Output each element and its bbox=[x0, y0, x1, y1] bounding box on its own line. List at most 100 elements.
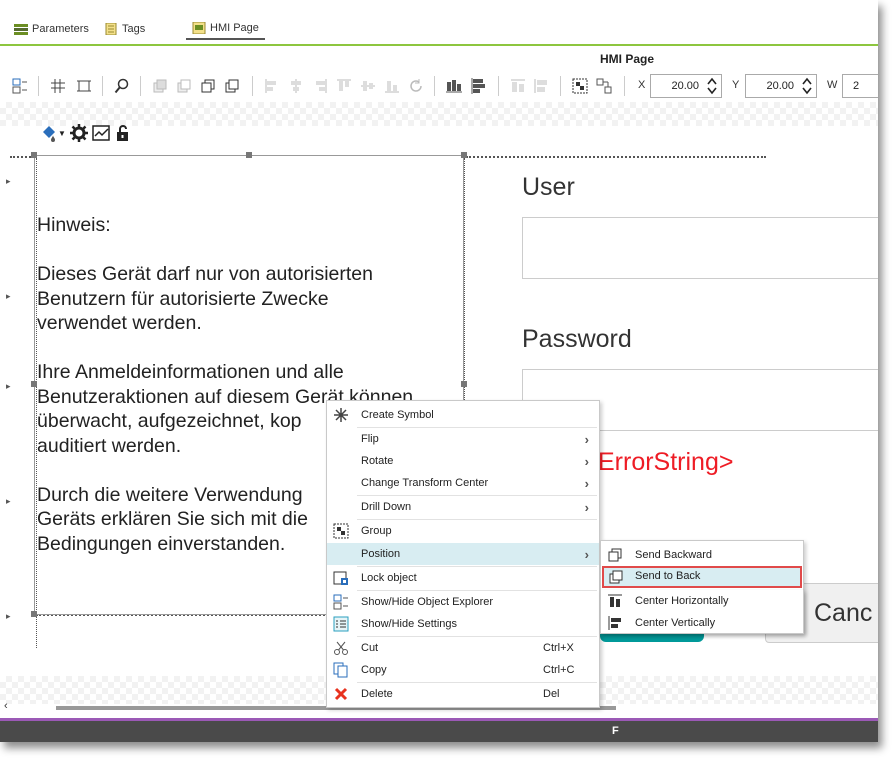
bring-to-front-icon[interactable] bbox=[152, 78, 168, 94]
ruler-arrow-icon: ▸ bbox=[6, 611, 11, 621]
ruler-arrow-icon: ▸ bbox=[6, 381, 11, 391]
group-icon bbox=[333, 523, 349, 539]
menu-item-send-backward[interactable]: Send Backward bbox=[601, 544, 803, 566]
notice-paragraph: Dieses Gerät darf nur von autorisierten … bbox=[37, 263, 373, 334]
menu-item-group[interactable]: Group bbox=[327, 520, 599, 542]
scroll-left-icon[interactable]: ‹ bbox=[4, 700, 8, 712]
menu-item-center-horizontally[interactable]: Center Horizontally bbox=[601, 590, 803, 612]
resize-handle[interactable] bbox=[461, 152, 467, 158]
context-menu: Create Symbol Flip › Rotate › Change Tra… bbox=[326, 400, 600, 708]
toolbar-separator bbox=[252, 76, 253, 96]
resize-handle[interactable] bbox=[31, 152, 37, 158]
distribute-horizontally-icon[interactable] bbox=[446, 78, 462, 94]
same-height-icon[interactable] bbox=[534, 78, 550, 94]
chevron-right-icon: › bbox=[584, 546, 589, 562]
width-input[interactable]: 2 bbox=[842, 74, 878, 98]
position-submenu-lower: Center Horizontally Center Vertically bbox=[600, 590, 804, 634]
align-middle-icon[interactable] bbox=[360, 78, 376, 94]
object-mini-toolbar: ▼ bbox=[40, 124, 132, 142]
send-backward-icon bbox=[608, 548, 622, 562]
menu-item-show-hide-object-explorer[interactable]: Show/Hide Object Explorer bbox=[327, 591, 599, 613]
menu-item-cut[interactable]: Cut Ctrl+X bbox=[327, 637, 599, 659]
tab-label: Parameters bbox=[32, 23, 89, 35]
guide-line bbox=[466, 156, 766, 158]
user-input[interactable] bbox=[522, 217, 878, 279]
tab-hmi-page[interactable]: HMI Page bbox=[186, 18, 265, 40]
status-bar: F bbox=[0, 721, 878, 742]
menu-item-change-transform-center[interactable]: Change Transform Center › bbox=[327, 472, 599, 494]
align-bottom-icon[interactable] bbox=[384, 78, 400, 94]
lock-icon[interactable] bbox=[114, 124, 132, 142]
send-to-back-icon[interactable] bbox=[224, 78, 240, 94]
resize-handle[interactable] bbox=[31, 611, 37, 617]
ruler-arrow-icon: ▸ bbox=[6, 496, 11, 506]
y-coordinate-label: Y bbox=[732, 79, 740, 91]
fill-color-icon[interactable] bbox=[40, 124, 58, 142]
menu-item-rotate[interactable]: Rotate › bbox=[327, 450, 599, 472]
status-text: F bbox=[612, 725, 619, 737]
tab-tags[interactable]: Tags bbox=[98, 18, 151, 40]
create-symbol-icon bbox=[334, 408, 348, 422]
object-explorer-icon[interactable] bbox=[12, 78, 28, 94]
menu-item-delete[interactable]: Delete Del bbox=[327, 683, 599, 705]
shortcut-label: Ctrl+X bbox=[543, 642, 574, 654]
tab-bar-accent-line bbox=[0, 44, 878, 46]
password-label: Password bbox=[522, 325, 632, 353]
same-width-icon[interactable] bbox=[510, 78, 526, 94]
x-coordinate-input[interactable]: 20.00 bbox=[650, 74, 722, 98]
delete-x-icon bbox=[334, 687, 348, 701]
center-horizontally-icon bbox=[608, 594, 622, 607]
menu-item-flip[interactable]: Flip › bbox=[327, 428, 599, 450]
send-to-back-icon bbox=[609, 570, 623, 584]
align-left-icon[interactable] bbox=[264, 78, 280, 94]
grid-icon[interactable] bbox=[50, 78, 66, 94]
width-label: W bbox=[827, 79, 838, 91]
group-icon[interactable] bbox=[572, 78, 588, 94]
gear-icon[interactable] bbox=[69, 124, 88, 142]
trend-chart-icon[interactable] bbox=[92, 124, 110, 142]
spinner-icon[interactable] bbox=[802, 77, 812, 95]
user-label: User bbox=[522, 173, 575, 201]
x-coordinate-value: 20.00 bbox=[671, 80, 699, 92]
menu-item-center-vertically[interactable]: Center Vertically bbox=[601, 612, 803, 634]
y-coordinate-input[interactable]: 20.00 bbox=[745, 74, 817, 98]
dropdown-arrow-icon[interactable]: ▼ bbox=[58, 129, 66, 138]
hmi-page-icon bbox=[192, 22, 206, 34]
spinner-icon[interactable] bbox=[707, 77, 717, 95]
editor-tab-bar: Parameters Tags HMI Page bbox=[0, 14, 878, 44]
ruler-arrow-icon: ▸ bbox=[6, 291, 11, 301]
toolbar-separator bbox=[38, 76, 39, 96]
menu-item-send-to-back[interactable]: Send to Back bbox=[602, 566, 802, 588]
toolbar-separator bbox=[102, 76, 103, 96]
menu-item-lock-object[interactable]: Lock object bbox=[327, 567, 599, 589]
notice-heading: Hinweis: bbox=[37, 214, 111, 236]
zoom-icon[interactable] bbox=[114, 78, 130, 94]
center-vertically-icon bbox=[608, 616, 621, 630]
tab-parameters[interactable]: Parameters bbox=[8, 18, 95, 40]
menu-item-drill-down[interactable]: Drill Down › bbox=[327, 496, 599, 518]
chevron-right-icon: › bbox=[584, 475, 589, 491]
toolbar-separator bbox=[434, 76, 435, 96]
bring-forward-icon[interactable] bbox=[176, 78, 192, 94]
editor-toolbar: X 20.00 Y 20.00 W 2 bbox=[0, 70, 878, 102]
menu-item-copy[interactable]: Copy Ctrl+C bbox=[327, 659, 599, 681]
shortcut-label: Ctrl+C bbox=[543, 664, 575, 676]
menu-item-show-hide-settings[interactable]: Show/Hide Settings bbox=[327, 613, 599, 635]
snap-icon[interactable] bbox=[76, 78, 92, 94]
align-right-icon[interactable] bbox=[312, 78, 328, 94]
distribute-vertically-icon[interactable] bbox=[470, 78, 486, 94]
align-top-icon[interactable] bbox=[336, 78, 352, 94]
error-string-text: ErrorString> bbox=[598, 448, 734, 476]
menu-item-create-symbol[interactable]: Create Symbol bbox=[327, 404, 599, 426]
menu-item-position[interactable]: Position › bbox=[327, 543, 599, 565]
align-center-icon[interactable] bbox=[288, 78, 304, 94]
parameters-icon bbox=[14, 24, 28, 35]
object-explorer-icon bbox=[333, 594, 348, 610]
ungroup-icon[interactable] bbox=[596, 78, 612, 94]
send-backward-icon[interactable] bbox=[200, 78, 216, 94]
toolbar-separator bbox=[560, 76, 561, 96]
rotate-icon[interactable] bbox=[408, 78, 424, 94]
tags-icon bbox=[105, 23, 117, 35]
resize-handle[interactable] bbox=[246, 152, 252, 158]
toolbar-separator bbox=[498, 76, 499, 96]
